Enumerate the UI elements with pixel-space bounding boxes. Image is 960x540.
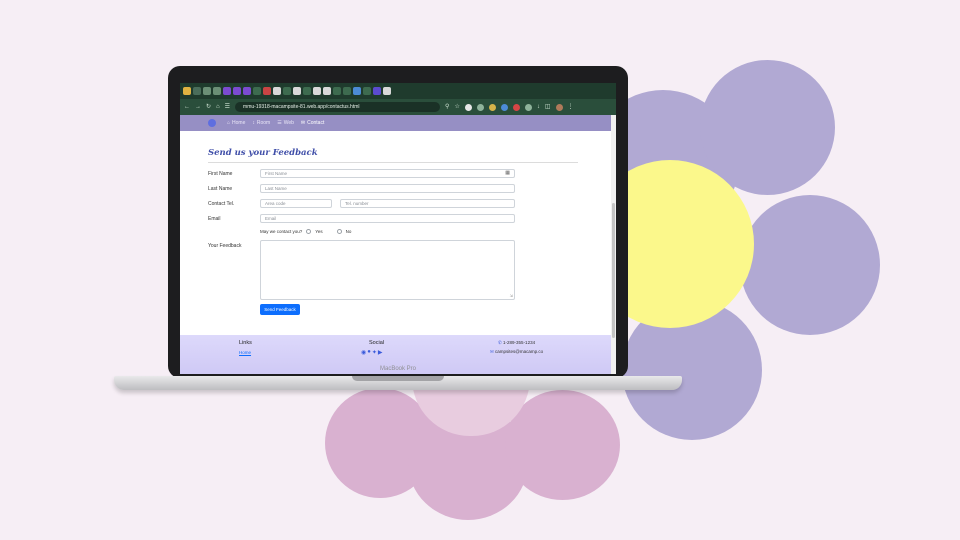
tab-icon[interactable] bbox=[333, 87, 341, 95]
resize-handle-icon[interactable]: ⇲ bbox=[510, 294, 513, 298]
forward-icon[interactable]: → bbox=[195, 104, 201, 110]
feedback-textarea[interactable]: ⇲ bbox=[260, 240, 515, 300]
nav-room[interactable]: ↕ Room bbox=[252, 120, 270, 126]
laptop-screen: ← → ↻ ⌂ ☰ mmu-19318-macampsite-81.web.ap… bbox=[180, 83, 616, 374]
last-name-field[interactable]: Last Name bbox=[260, 184, 515, 193]
contact-tel-label: Contact Tel. bbox=[208, 201, 235, 207]
tab-icon[interactable] bbox=[323, 87, 331, 95]
tab-icon[interactable] bbox=[343, 87, 351, 95]
last-name-label: Last Name bbox=[208, 186, 233, 192]
flower-petal-decoration bbox=[740, 195, 880, 335]
reload-icon[interactable]: ↻ bbox=[206, 104, 211, 110]
site-logo[interactable] bbox=[208, 119, 216, 127]
profile-avatar[interactable] bbox=[555, 103, 563, 111]
extension-icon[interactable] bbox=[524, 103, 532, 111]
tab-icon[interactable] bbox=[213, 87, 221, 95]
laptop-notch bbox=[352, 376, 444, 381]
yes-label: Yes bbox=[315, 229, 323, 234]
no-label: No bbox=[345, 229, 352, 234]
contact-permission-row: May we contact you? Yes No bbox=[260, 229, 351, 234]
back-icon[interactable]: ← bbox=[184, 104, 190, 110]
first-name-field[interactable]: First Name ▦ bbox=[260, 169, 515, 178]
browser-tab-bar bbox=[180, 83, 616, 99]
home-icon: ⌂ bbox=[227, 120, 231, 126]
tab-icon[interactable] bbox=[193, 87, 201, 95]
flower-petal-decoration bbox=[700, 60, 835, 195]
tab-icon[interactable] bbox=[203, 87, 211, 95]
browser-toolbar: ← → ↻ ⌂ ☰ mmu-19318-macampsite-81.web.ap… bbox=[180, 99, 616, 115]
site-navbar: ⌂ Home ↕ Room ☰ Web ✉ Contact bbox=[180, 115, 616, 131]
email-field[interactable]: Email bbox=[260, 214, 515, 223]
menu-icon: ☰ bbox=[277, 120, 282, 126]
twitter-icon[interactable]: ✦ bbox=[372, 349, 377, 356]
tab-icon[interactable] bbox=[353, 87, 361, 95]
laptop-brand-label: MacBook Pro bbox=[379, 366, 416, 372]
no-radio[interactable] bbox=[336, 229, 342, 234]
bookmark-star-icon[interactable]: ☆ bbox=[454, 104, 459, 110]
contact-question: May we contact you? bbox=[260, 229, 303, 234]
extension-icon[interactable] bbox=[512, 103, 520, 111]
pin-icon: ↕ bbox=[252, 120, 255, 126]
tab-icon[interactable] bbox=[183, 87, 191, 95]
yes-radio[interactable] bbox=[306, 229, 312, 234]
tab-icon[interactable] bbox=[383, 87, 391, 95]
tab-icon[interactable] bbox=[253, 87, 261, 95]
footer-phone: ✆ 1-289-355-1234 bbox=[498, 340, 536, 345]
sidebar-icon[interactable]: ◫ bbox=[545, 104, 551, 110]
nav-home[interactable]: ⌂ Home bbox=[227, 120, 245, 126]
facebook-icon[interactable]: ● bbox=[367, 349, 371, 356]
footer-home-link[interactable]: Home bbox=[239, 350, 251, 355]
phone-icon: ✆ bbox=[498, 340, 502, 345]
extension-icon[interactable] bbox=[488, 103, 496, 111]
envelope-icon: ✉ bbox=[300, 120, 306, 126]
tab-icon[interactable] bbox=[263, 87, 271, 95]
page-title: Send us your Feedback bbox=[208, 148, 318, 158]
tab-icon[interactable] bbox=[363, 87, 371, 95]
tab-icon[interactable] bbox=[243, 87, 251, 95]
scrollbar-thumb[interactable] bbox=[612, 203, 615, 338]
tab-icon[interactable] bbox=[233, 87, 241, 95]
download-icon[interactable]: ↓ bbox=[537, 104, 540, 110]
first-name-label: First Name bbox=[208, 171, 233, 177]
address-bar[interactable]: mmu-19318-macampsite-81.web.app/contactu… bbox=[235, 102, 441, 112]
footer-social-heading: Social bbox=[369, 340, 384, 346]
instagram-icon[interactable]: ◉ bbox=[361, 349, 366, 356]
tab-icon[interactable] bbox=[293, 87, 301, 95]
email-label: Email bbox=[208, 216, 221, 222]
site-info-icon[interactable]: ☰ bbox=[225, 104, 230, 110]
extension-icon[interactable] bbox=[476, 103, 484, 111]
nav-contact[interactable]: ✉ Contact bbox=[301, 120, 324, 126]
autofill-card-icon[interactable]: ▦ bbox=[505, 170, 510, 177]
title-divider bbox=[208, 162, 578, 163]
tel-number-field[interactable]: Tel. number bbox=[340, 199, 515, 208]
zoom-icon[interactable]: ⚲ bbox=[445, 104, 449, 110]
youtube-icon[interactable]: ▶ bbox=[378, 349, 383, 356]
footer-email: ✉ campsites@macamp.co bbox=[490, 349, 544, 354]
tab-icon[interactable] bbox=[273, 87, 281, 95]
footer-links-heading: Links bbox=[239, 340, 252, 346]
home-icon[interactable]: ⌂ bbox=[216, 104, 220, 110]
tab-icon[interactable] bbox=[283, 87, 291, 95]
more-options-icon[interactable]: ⋮ bbox=[568, 104, 574, 110]
nav-web[interactable]: ☰ Web bbox=[277, 120, 294, 126]
feedback-label: Your Feedback bbox=[208, 243, 242, 249]
send-feedback-button[interactable]: Send Feedback bbox=[260, 304, 300, 315]
tab-icon[interactable] bbox=[303, 87, 311, 95]
envelope-icon: ✉ bbox=[490, 349, 494, 354]
tab-icon[interactable] bbox=[373, 87, 381, 95]
social-icons: ◉ ● ✦ ▶ bbox=[361, 349, 383, 356]
area-code-field[interactable]: Area code bbox=[260, 199, 332, 208]
tab-icon[interactable] bbox=[223, 87, 231, 95]
extension-icon[interactable] bbox=[500, 103, 508, 111]
extension-icon[interactable] bbox=[464, 103, 472, 111]
tab-icon[interactable] bbox=[313, 87, 321, 95]
